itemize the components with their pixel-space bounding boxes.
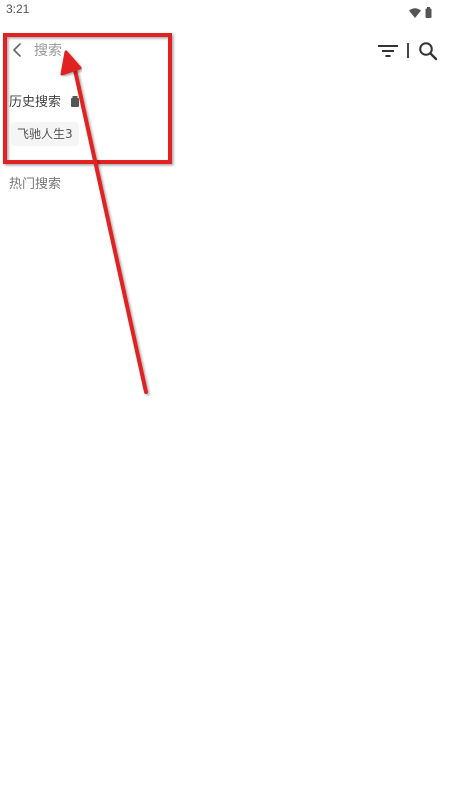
annotation-arrow-shaft <box>73 68 148 394</box>
annotation-overlay <box>3 33 172 394</box>
clear-history-button[interactable] <box>68 92 82 107</box>
history-chip[interactable]: 飞驰人生3 <box>11 122 79 146</box>
search-bar <box>0 34 450 68</box>
search-button[interactable] <box>417 40 439 62</box>
history-list: 飞驰人生3 <box>11 122 79 146</box>
filter-button[interactable] <box>376 40 400 62</box>
status-time: 3:21 <box>6 2 30 16</box>
filter-icon <box>378 45 398 57</box>
toolbar-divider <box>407 43 409 58</box>
status-icons <box>409 3 432 22</box>
chevron-left-icon <box>13 43 21 57</box>
back-button[interactable] <box>8 40 28 60</box>
search-icon <box>419 42 438 61</box>
history-search-title: 历史搜索 <box>9 95 62 110</box>
hot-search-title: 热门搜索 <box>9 177 62 192</box>
search-input[interactable] <box>34 39 334 63</box>
status-bar: 3:21 <box>0 0 450 20</box>
battery-icon <box>425 3 432 22</box>
wifi-icon <box>409 3 421 22</box>
trash-icon <box>71 96 79 107</box>
